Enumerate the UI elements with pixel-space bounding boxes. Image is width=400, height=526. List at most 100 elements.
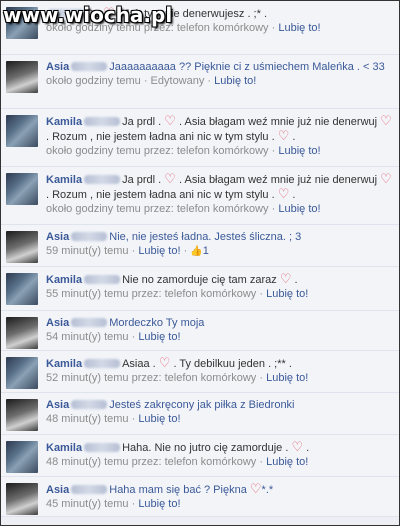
comment-author-link[interactable]: Asia <box>46 231 69 243</box>
blurred-surname <box>84 275 121 284</box>
avatar[interactable] <box>6 357 38 389</box>
like-link[interactable]: Lubię to! <box>278 145 320 157</box>
comment-item: Kamila Haha. Nie no jutro cię zamorduje .… <box>1 435 399 477</box>
comment-text-part: Ja prdl . <box>122 174 165 186</box>
comment-meta: 48 minut(y) temu · Lubię to! <box>46 412 393 427</box>
avatar[interactable] <box>6 483 38 515</box>
comment-text: Asia Jaaaaaaaaaa ?? Pięknie ci z uśmieche… <box>46 60 393 74</box>
comment-timestamp: 54 minut(y) temu <box>46 331 129 343</box>
comment-text: Kamila Nie no zamorduje cię tam zaraz ♡ . <box>46 272 393 287</box>
comment-author-link[interactable]: Kamila <box>46 174 82 186</box>
separator-dot: · <box>128 413 139 425</box>
like-link[interactable]: Lubię to! <box>138 331 180 343</box>
comment-text-part: Nie no zamorduje cię tam zaraz <box>122 274 280 286</box>
comment-text-part: . <box>289 131 296 143</box>
like-link[interactable]: Lubię to! <box>278 22 320 34</box>
like-link[interactable]: Lubię to! <box>278 203 320 215</box>
comment-body: Kamila Ja prdl . ♡ . Asia błagam weź mnie… <box>46 172 393 217</box>
comment-text: Asia Mordeczko Ty moja <box>46 316 393 330</box>
comment-item: Kamila Nie no zamorduje cię tam zaraz ♡ .… <box>1 267 399 311</box>
avatar[interactable] <box>6 273 38 305</box>
comment-text-part: Haha. Nie no jutro cię zamorduje . <box>122 442 292 454</box>
blurred-surname <box>71 400 108 409</box>
comment-text: Asia Jesteś zakręcony jak piłka z Biedron… <box>46 398 393 412</box>
comment-item: Asia Haha mam się bać ? Piękna ♡*.* 45 min… <box>1 477 399 517</box>
comment-timestamp: około godziny temu · Edytowany <box>46 75 205 87</box>
comment-item: Asia Mordeczko Ty moja 54 minut(y) temu ·… <box>1 311 399 351</box>
comment-author-link[interactable]: Kamila <box>46 358 82 370</box>
like-link[interactable]: Lubię to! <box>266 456 308 468</box>
comment-text-part: Haha mam się bać ? Piękna <box>109 484 250 496</box>
avatar[interactable] <box>6 399 38 431</box>
blurred-surname <box>84 359 121 368</box>
separator-dot: · <box>268 22 279 34</box>
comment-text-part: *.* <box>261 484 274 496</box>
heart-icon: ♡ <box>291 439 304 454</box>
separator-dot: · <box>128 331 139 343</box>
comment-body: Asia Mordeczko Ty moja 54 minut(y) temu ·… <box>46 316 393 345</box>
comment-author-link[interactable]: Asia <box>46 317 69 329</box>
comment-meta: 45 minut(y) temu · Lubię to! <box>46 497 393 512</box>
avatar[interactable] <box>6 115 38 147</box>
avatar[interactable] <box>6 441 38 473</box>
comment-timestamp: 52 minut(y) temu przez: telefon komórkow… <box>46 372 257 384</box>
separator-dot: · <box>268 145 279 157</box>
comment-meta: około godziny temu · Edytowany · Lubię t… <box>46 74 393 89</box>
blurred-surname <box>84 175 121 184</box>
heart-icon: ♡ <box>164 171 176 186</box>
thumbs-up-icon[interactable]: 👍 <box>190 244 202 259</box>
comment-author-link[interactable]: Asia <box>46 399 69 411</box>
comment-meta: 54 minut(y) temu · Lubię to! <box>46 330 393 345</box>
heart-icon: ♡ <box>380 171 392 186</box>
comment-text: Kamila Ja prdl . ♡ . Asia błagam weź mnie… <box>46 114 393 144</box>
blurred-surname <box>71 318 108 327</box>
separator-dot: · <box>256 288 267 300</box>
comment-text-part: Jesteś zakręcony jak piłka z Biedronki <box>109 399 295 411</box>
comment-body: Kamila Ja prdl . ♡ . Asia błagam weź mnie… <box>46 114 393 159</box>
blurred-surname <box>71 232 108 241</box>
comment-author-link[interactable]: Kamila <box>46 274 82 286</box>
comment-body: Kamila Asiaa . ♡ . Ty debilkuu jeden . ;*… <box>46 356 393 386</box>
like-link[interactable]: Lubię to! <box>266 288 308 300</box>
comment-text: Asia Haha mam się bać ? Piękna ♡*.* <box>46 482 393 497</box>
comment-author-link[interactable]: Kamila <box>46 442 82 454</box>
like-link[interactable]: Lubię to! <box>266 372 308 384</box>
heart-icon: ♡ <box>277 128 290 143</box>
comment-timestamp: 59 minut(y) temu <box>46 245 129 257</box>
comment-timestamp: 48 minut(y) temu przez: telefon komórkow… <box>46 456 257 468</box>
comment-text-part: Jaaaaaaaaaa ?? Pięknie ci z uśmiechem Ma… <box>109 61 385 73</box>
heart-icon: ♡ <box>249 481 262 496</box>
blurred-surname <box>84 117 121 126</box>
comment-text-part: . Rozum , nie jestem ładna ani nic w tym… <box>46 131 278 143</box>
like-link[interactable]: Lubię to! <box>214 75 256 87</box>
comment-body: Kamila Nie no zamorduje cię tam zaraz ♡ .… <box>46 272 393 302</box>
comment-author-link[interactable]: Asia <box>46 61 69 73</box>
comment-meta: około godziny temu przez: telefon komórk… <box>46 144 393 159</box>
comment-meta: 55 minut(y) temu przez: telefon komórkow… <box>46 287 393 302</box>
comment-timestamp: 45 minut(y) temu <box>46 498 129 510</box>
watermark-logo: www.wiocha.pl <box>3 3 173 27</box>
like-link[interactable]: Lubię to! <box>138 245 180 257</box>
comment-text: Kamila Haha. Nie no jutro cię zamorduje .… <box>46 440 393 455</box>
heart-icon: ♡ <box>279 271 292 286</box>
comment-body: Asia Jaaaaaaaaaa ?? Pięknie ci z uśmieche… <box>46 60 393 89</box>
avatar[interactable] <box>6 173 38 205</box>
avatar[interactable] <box>6 231 38 263</box>
comment-timestamp: około godziny temu przez: telefon komórk… <box>46 203 269 215</box>
comment-meta: około godziny temu przez: telefon komórk… <box>46 202 393 217</box>
avatar[interactable] <box>6 317 38 349</box>
comment-text-part: Ja prdl . <box>122 116 165 128</box>
comment-author-link[interactable]: Asia <box>46 484 69 496</box>
comment-item: Asia Jaaaaaaaaaa ?? Pięknie ci z uśmieche… <box>1 55 399 109</box>
like-link[interactable]: Lubię to! <box>138 413 180 425</box>
comment-meta: 52 minut(y) temu przez: telefon komórkow… <box>46 371 393 386</box>
comment-timestamp: 55 minut(y) temu przez: telefon komórkow… <box>46 288 257 300</box>
comment-author-link[interactable]: Kamila <box>46 116 82 128</box>
comment-text-part: . <box>289 189 296 201</box>
like-link[interactable]: Lubię to! <box>138 498 180 510</box>
avatar[interactable] <box>6 61 38 93</box>
like-count[interactable]: 1 <box>203 245 209 257</box>
comment-text-part: . Rozum , nie jestem ładna ani nic w tym… <box>46 189 278 201</box>
heart-icon: ♡ <box>158 355 171 370</box>
comment-text-part: Mordeczko Ty moja <box>109 317 205 329</box>
